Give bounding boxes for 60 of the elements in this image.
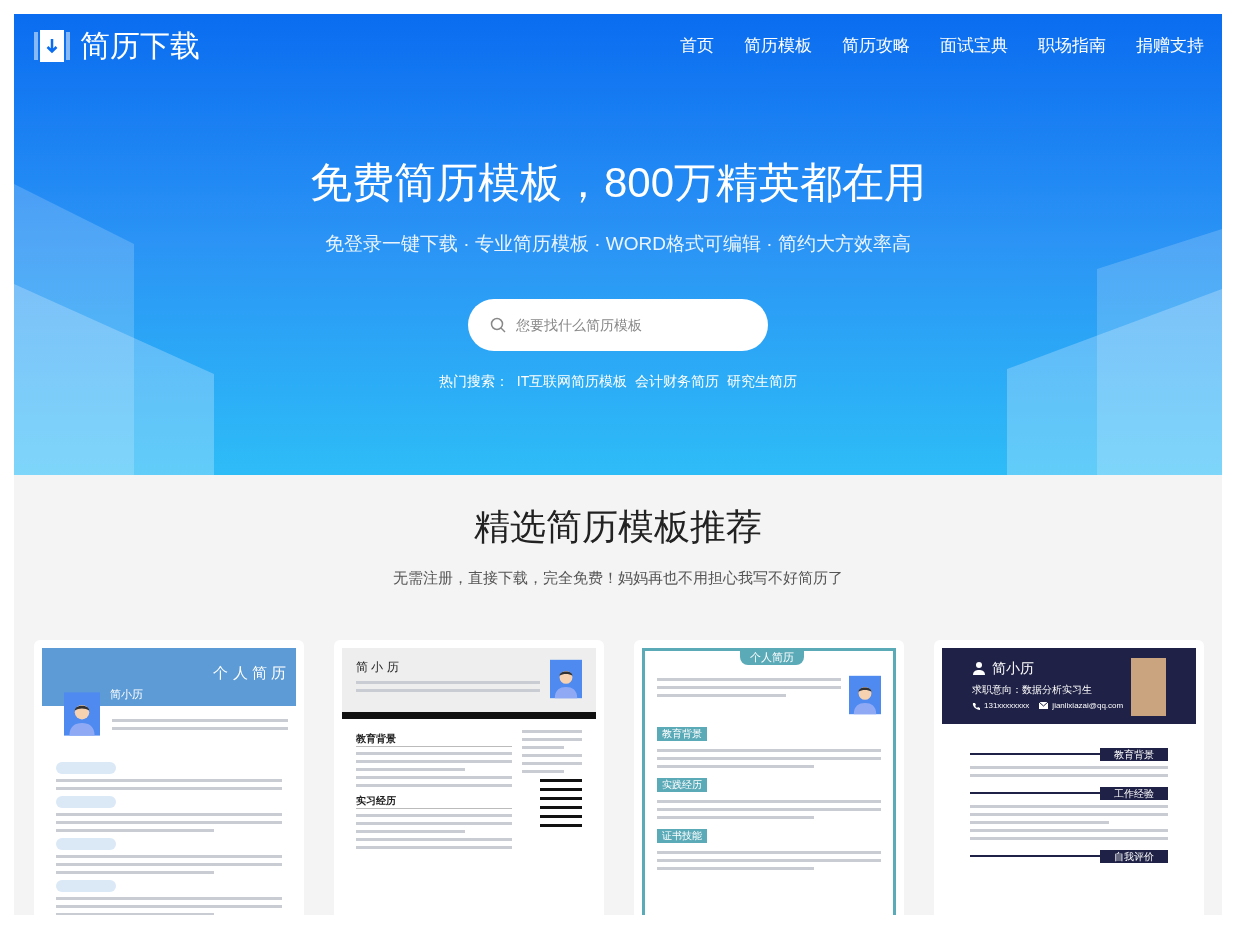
person-icon: [972, 661, 986, 675]
section-heading: 实习经历: [356, 792, 512, 809]
resume-name: 简 小 历: [356, 658, 400, 676]
template-card[interactable]: 个人简历 教育背景 实践经历 证书技能: [634, 639, 904, 915]
mail-icon: [1039, 702, 1049, 709]
nav-link[interactable]: 面试宝典: [940, 33, 1008, 59]
phone-number: 131xxxxxxxx: [984, 699, 1030, 712]
text-line: [522, 761, 582, 765]
section-heading: 工作经验: [1100, 786, 1168, 800]
text-line: [522, 769, 564, 773]
section-tag: 实践经历: [657, 777, 707, 792]
phone-icon: [972, 701, 980, 710]
section-tag: [56, 837, 116, 850]
section-tag: [56, 761, 116, 774]
job-intent: 求职意向：数据分析实习生: [972, 682, 1093, 697]
template-card[interactable]: 个 人 简 历 简小历: [34, 639, 304, 915]
template-card[interactable]: 简 小 历 教育背景 实习经历: [334, 639, 604, 915]
nav-link[interactable]: 捐赠支持: [1136, 33, 1204, 59]
section-tag: 教育背景: [657, 726, 707, 741]
logo-text[interactable]: 简历下载: [80, 31, 200, 61]
hot-search-link[interactable]: IT互联网简历模板: [516, 370, 628, 392]
search-icon: [490, 316, 506, 333]
hot-search-label: 热门搜索：: [438, 371, 509, 391]
hot-search-link[interactable]: 会计财务简历: [635, 370, 720, 392]
skill-bar: [540, 778, 582, 782]
text-line: [522, 745, 564, 749]
avatar-icon: [64, 691, 100, 736]
hero-subtitle: 免登录一键下载 · 专业简历模板 · WORD格式可编辑 · 简约大方效率高: [325, 232, 911, 256]
text-line: [522, 729, 582, 733]
avatar-icon: [550, 657, 582, 700]
resume-title: 个人简历: [740, 648, 804, 665]
section-heading: 自我评价: [1100, 849, 1168, 863]
section-title: 精选简历模板推荐: [474, 509, 762, 545]
template-card[interactable]: 简小历 求职意向：数据分析实习生 131xxxxxxxx jianlixiazai@qq.com 教育背景 工作经验 自我评价: [934, 639, 1204, 915]
resume-name: 简小历: [992, 658, 1034, 678]
section-tag: [56, 879, 116, 892]
section-heading: 教育背景: [1100, 747, 1168, 761]
search-field[interactable]: 您要找什么简历模板: [468, 298, 768, 351]
section-tag: 证书技能: [657, 828, 707, 843]
skill-bar: [540, 796, 582, 800]
photo-placeholder: [1131, 657, 1166, 716]
email-address: jianlixiazai@qq.com: [1052, 699, 1124, 712]
resume-title: 个 人 简 历: [213, 662, 286, 683]
skill-bar: [540, 787, 582, 791]
nav-link[interactable]: 首页: [680, 33, 714, 59]
nav-link[interactable]: 简历攻略: [842, 33, 910, 59]
nav-link[interactable]: 简历模板: [744, 33, 812, 59]
skill-bar: [540, 823, 582, 827]
section-heading: 教育背景: [356, 730, 512, 747]
logo-download-icon: [34, 30, 70, 62]
text-line: [522, 753, 582, 757]
skill-bar: [540, 805, 582, 809]
hot-search-link[interactable]: 研究生简历: [727, 370, 798, 392]
section-subtitle: 无需注册，直接下载，完全免费！妈妈再也不用担心我写不好简历了: [393, 568, 843, 588]
section-tag: [56, 795, 116, 808]
nav-link[interactable]: 职场指南: [1038, 33, 1106, 59]
resume-name: 简小历: [110, 686, 143, 702]
skill-bar: [540, 814, 582, 818]
hero-title: 免费简历模板，800万精英都在用: [309, 162, 927, 204]
text-line: [522, 737, 582, 741]
